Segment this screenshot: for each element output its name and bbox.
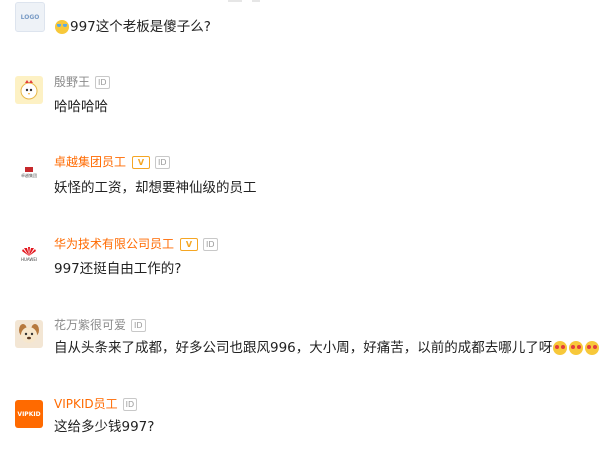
comment-author-row: 花万紫很可爱 ID	[54, 318, 146, 332]
verified-badge: V	[180, 237, 199, 251]
avatar[interactable]	[15, 320, 43, 348]
comment-text: 997还挺自由工作的?	[54, 260, 181, 278]
comment-text-row: 997这个老板是傻子么?	[54, 18, 211, 36]
comment-item: HUAWEI 华为技术有限公司员工 V ID 997还挺自由工作的?	[0, 232, 615, 292]
avatar-logo-text: 卓越集团	[21, 172, 37, 178]
comment-text-body: 这给多少钱997?	[54, 419, 155, 435]
comment-item: VIPKID VIPKID员工 ID 这给多少钱997?	[0, 394, 615, 452]
id-badge: ID	[203, 237, 218, 251]
comment-item: 花万紫很可爱 ID 自从头条来了成都，好多公司也跟风996，大小周，好痛苦，以前…	[0, 314, 615, 374]
avatar-logo-text: LOGO	[20, 13, 40, 21]
comment-author-row: 卓越集团员工 V ID	[54, 155, 170, 169]
heart-eyes-emoji-icon	[553, 341, 568, 355]
avatar[interactable]	[15, 76, 43, 104]
author-name[interactable]: 卓越集团员工	[54, 155, 126, 169]
verified-badge: V	[132, 155, 151, 169]
id-badge: ID	[131, 318, 146, 332]
avatar[interactable]: 卓越集团	[15, 158, 43, 186]
comment-item: LOGO 997这个老板是傻子么?	[0, 0, 615, 50]
avatar[interactable]: VIPKID	[15, 400, 43, 428]
comment-text-body: 自从头条来了成都，好多公司也跟风996，大小周，好痛苦，以前的成都去哪儿了呀	[54, 340, 553, 356]
rooster-avatar-icon	[20, 80, 38, 100]
comment-text-body: 哈哈哈哈	[54, 99, 108, 115]
author-name[interactable]: 殷野王	[54, 75, 90, 89]
author-name[interactable]: 花万紫很可爱	[54, 318, 126, 332]
avatar-logo-text: VIPKID	[17, 410, 41, 418]
author-name[interactable]: VIPKID员工	[54, 397, 118, 411]
comment-text-body: 997还挺自由工作的?	[54, 261, 182, 277]
avatar-logo-text: HUAWEI	[20, 256, 38, 262]
id-badge: ID	[122, 397, 138, 411]
comment-author-row: 殷野王 ID	[54, 75, 110, 89]
avatar[interactable]: HUAWEI	[15, 240, 43, 268]
comment-item: 殷野王 ID 哈哈哈哈	[0, 70, 615, 130]
heart-eyes-emoji-icon	[585, 341, 600, 355]
huawei-logo-icon	[22, 246, 36, 256]
id-badge: ID	[155, 155, 170, 169]
avatar[interactable]: LOGO	[15, 2, 45, 32]
comment-author-row: 华为技术有限公司员工 V ID	[54, 237, 218, 251]
author-name[interactable]: 华为技术有限公司员工	[54, 237, 174, 251]
comment-text-body: 妖怪的工资，却想要神仙级的员工	[54, 180, 257, 196]
dog-avatar-icon	[19, 324, 39, 343]
comment-text: 997这个老板是傻子么?	[70, 19, 211, 35]
company-logo-icon	[25, 166, 33, 172]
heart-eyes-emoji-icon	[569, 341, 584, 355]
comment-item: 卓越集团 卓越集团员工 V ID 妖怪的工资，却想要神仙级的员工	[0, 150, 615, 210]
comment-text: 哈哈哈哈	[54, 98, 108, 116]
comment-text-row: 自从头条来了成都，好多公司也跟风996，大小周，好痛苦，以前的成都去哪儿了呀	[54, 339, 600, 357]
comment-author-row: VIPKID员工 ID	[54, 397, 138, 411]
crying-laughing-emoji-icon	[55, 20, 69, 34]
id-badge: ID	[95, 75, 110, 89]
comment-text: 妖怪的工资，却想要神仙级的员工	[54, 179, 257, 197]
comment-feed: LOGO 997这个老板是傻子么? 殷野王 ID 哈哈哈哈 卓越集团 卓越集团员…	[0, 0, 615, 452]
comment-text: 这给多少钱997?	[54, 418, 154, 436]
